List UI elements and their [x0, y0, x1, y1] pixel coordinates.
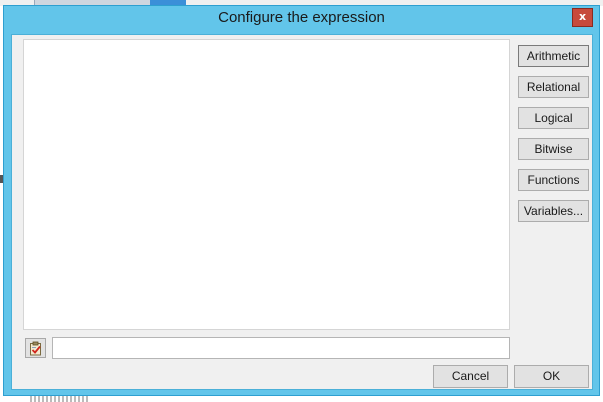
- logical-button[interactable]: Logical: [518, 107, 589, 129]
- background-window-text: [30, 396, 90, 402]
- arithmetic-button[interactable]: Arithmetic: [518, 45, 589, 67]
- relational-button[interactable]: Relational: [518, 76, 589, 98]
- title-bar[interactable]: Configure the expression x: [4, 6, 599, 31]
- ok-button[interactable]: OK: [514, 365, 589, 388]
- validate-expression-button[interactable]: [25, 338, 46, 358]
- expression-input[interactable]: [52, 337, 510, 359]
- functions-button[interactable]: Functions: [518, 169, 589, 191]
- dialog-client-area: Arithmetic Relational Logical Bitwise Fu…: [11, 34, 593, 390]
- close-button[interactable]: x: [572, 8, 593, 27]
- bitwise-button[interactable]: Bitwise: [518, 138, 589, 160]
- expression-editor[interactable]: [23, 39, 510, 330]
- configure-expression-dialog: Configure the expression x Arithmetic Re…: [3, 5, 600, 396]
- variables-button[interactable]: Variables...: [518, 200, 589, 222]
- dialog-title: Configure the expression: [218, 9, 385, 26]
- cancel-button[interactable]: Cancel: [433, 365, 508, 388]
